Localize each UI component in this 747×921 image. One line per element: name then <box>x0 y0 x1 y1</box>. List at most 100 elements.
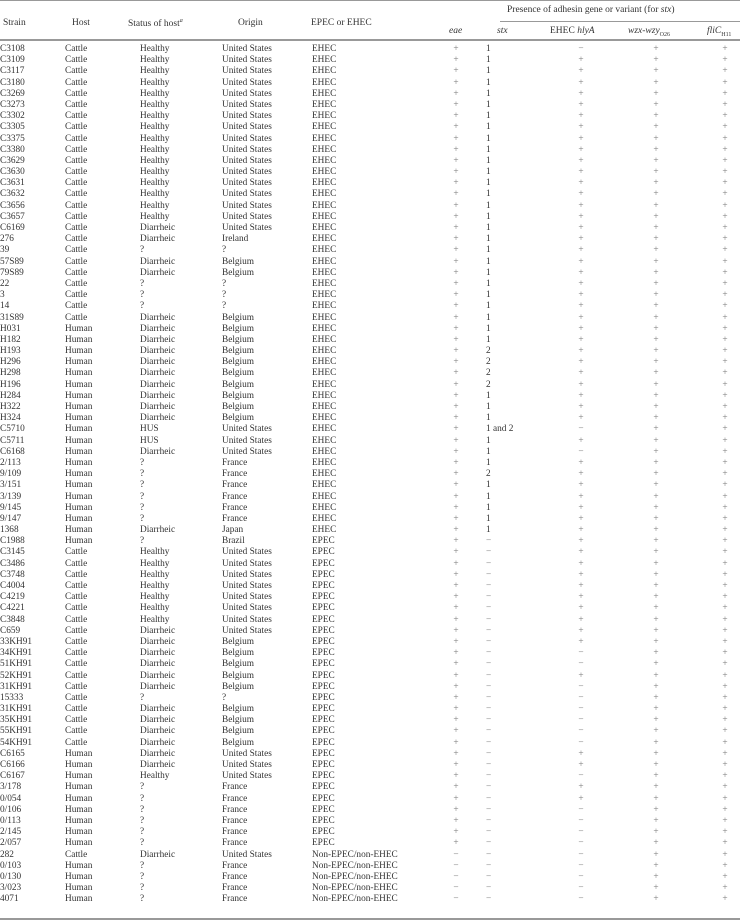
flic-cell: + <box>722 223 728 233</box>
status-cell: ? <box>140 536 145 547</box>
host-cell: Human <box>65 346 93 357</box>
hlya-cell: + <box>578 144 584 155</box>
wzx-wzy-cell: + <box>653 894 659 905</box>
status-cell: Diarrheic <box>140 256 176 267</box>
type-cell: EPEC <box>312 827 335 838</box>
header-wzx-label: wzx-wzy <box>628 26 660 36</box>
stx-cell: 1 <box>486 66 491 77</box>
table-row: 33KH91 Cattle Diarrheic Belgium EPEC + − + + + <box>0 637 747 648</box>
status-cell: Healthy <box>140 189 170 200</box>
table-row: C3302 Cattle Healthy United States EHEC +1 + + + <box>0 111 747 122</box>
type-cell: EHEC <box>312 234 337 245</box>
host-cell: Human <box>65 480 93 491</box>
wzx-wzy-cell: + <box>653 189 659 200</box>
table-row: 39 Cattle?? EHEC +1 + + + <box>0 245 747 256</box>
hlya-cell: + <box>578 301 584 312</box>
status-cell: ? <box>140 245 145 256</box>
hlya-cell: + <box>578 558 584 569</box>
flic-cell: + <box>722 681 728 692</box>
eae-cell: + <box>453 715 459 726</box>
status-cell: Diarrheic <box>140 726 176 737</box>
status-cell: ? <box>140 894 145 905</box>
host-cell: Cattle <box>65 648 88 659</box>
host-cell: Cattle <box>65 569 88 580</box>
host-cell: Human <box>65 883 93 894</box>
host-cell: Cattle <box>65 189 88 200</box>
strain-cell: C3269 <box>0 88 25 99</box>
eae-cell: + <box>453 189 459 200</box>
eae-cell: + <box>453 167 459 178</box>
hlya-cell: + <box>578 457 584 468</box>
stx-cell: 1 <box>486 480 491 491</box>
origin-cell: ? <box>222 692 227 703</box>
host-cell: Cattle <box>65 547 88 558</box>
flic-cell: + <box>722 648 728 659</box>
table-row: 54KH91 Cattle Diarrheic Belgium EPEC + − − + + <box>0 738 747 749</box>
hlya-cell: + <box>578 625 584 636</box>
type-cell: EHEC <box>312 77 337 88</box>
status-cell: Diarrheic <box>140 715 176 726</box>
origin-cell: Belgium <box>222 357 255 368</box>
type-cell: EPEC <box>312 558 335 569</box>
hlya-cell: + <box>578 782 584 793</box>
strain-cell: 79S89 <box>0 267 24 278</box>
wzx-wzy-cell: + <box>653 245 659 256</box>
type-cell: EHEC <box>312 368 337 379</box>
status-cell: Diarrheic <box>140 357 176 368</box>
eae-cell: + <box>453 815 459 826</box>
strain-cell: H322 <box>0 402 21 412</box>
strain-cell: C4219 <box>0 592 25 603</box>
strain-cell: C4221 <box>0 603 25 614</box>
flic-cell: + <box>722 726 728 737</box>
strain-cell: 39 <box>0 245 10 256</box>
flic-cell: + <box>722 379 728 390</box>
wzx-wzy-cell: + <box>653 849 659 860</box>
hlya-cell: − <box>578 815 584 826</box>
origin-cell: United States <box>222 614 272 625</box>
type-cell: EHEC <box>312 491 337 502</box>
status-cell: Diarrheic <box>140 446 176 457</box>
type-cell: EHEC <box>312 290 337 301</box>
eae-cell: + <box>453 457 459 468</box>
stx-cell: − <box>486 547 492 558</box>
hlya-cell: + <box>578 167 584 178</box>
host-cell: Cattle <box>65 144 88 155</box>
flic-cell: + <box>722 368 728 379</box>
table-row: 0/054 Human? France EPEC + − + + + <box>0 794 747 805</box>
eae-cell: + <box>453 390 459 401</box>
type-cell: EHEC <box>312 111 337 122</box>
flic-cell: + <box>722 737 728 748</box>
eae-cell: + <box>453 312 459 323</box>
table-row: C6166 Human Diarrheic United States EPEC + − + +… <box>0 760 747 771</box>
strain-cell: 31S89 <box>0 312 24 323</box>
status-cell: Diarrheic <box>140 670 176 681</box>
status-cell: ? <box>140 827 145 838</box>
status-cell: Diarrheic <box>140 390 176 401</box>
status-cell: ? <box>140 480 145 491</box>
type-cell: EPEC <box>312 815 335 826</box>
strain-cell: C3380 <box>0 144 25 155</box>
table-row: 9/145 Human? France EHEC +1 + + + <box>0 503 747 514</box>
stx-cell: 1 <box>486 446 491 457</box>
wzx-wzy-cell: + <box>653 592 659 603</box>
hlya-cell: − <box>578 726 584 737</box>
hlya-cell: + <box>578 469 584 480</box>
host-cell: Cattle <box>65 692 88 703</box>
hlya-cell: + <box>578 189 584 200</box>
status-cell: Diarrheic <box>140 625 176 636</box>
stx-cell: − <box>486 849 492 860</box>
strain-cell: C3180 <box>0 77 25 88</box>
wzx-wzy-cell: + <box>653 625 659 636</box>
hlya-cell: − <box>578 681 584 692</box>
status-cell: Diarrheic <box>140 379 176 390</box>
hlya-cell: + <box>578 155 584 166</box>
table-row: C6167 Human Healthy United States EPEC + − − + + <box>0 771 747 782</box>
origin-cell: Belgium <box>222 256 255 267</box>
host-cell: Human <box>65 782 93 793</box>
hlya-cell: + <box>578 267 584 278</box>
status-cell: ? <box>140 301 145 312</box>
host-cell: Cattle <box>65 234 88 245</box>
eae-cell: + <box>453 402 459 412</box>
table-row: H324 Human Diarrheic Belgium EHEC +1 + + + <box>0 413 747 424</box>
strain-cell: 55KH91 <box>0 726 33 737</box>
